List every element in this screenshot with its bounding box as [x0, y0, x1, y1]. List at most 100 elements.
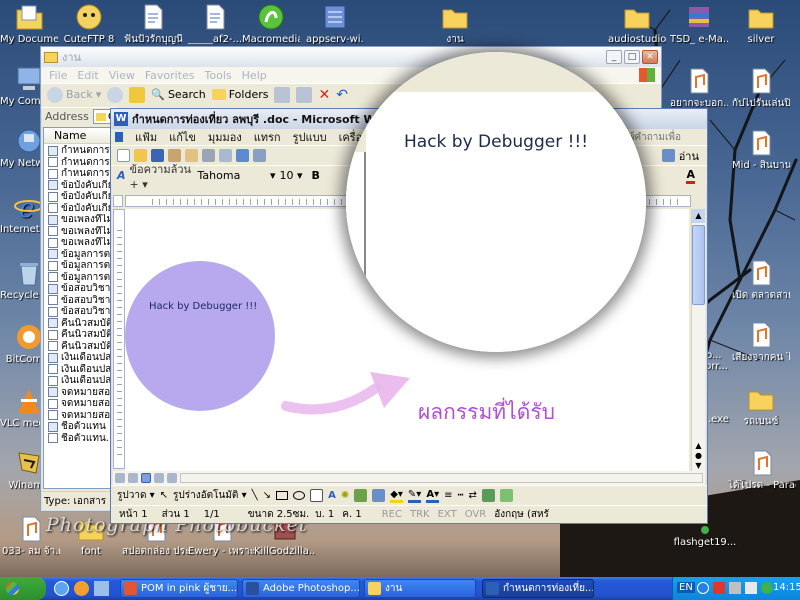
autoshapes-menu[interactable]: รูปร่างอัตโนมัติ ▾ [173, 488, 247, 503]
textbox-icon[interactable] [310, 489, 324, 502]
desktop-icon-mp3-5[interactable]: เสียงจากคน ไกลตัว Z... [732, 320, 790, 363]
search-button[interactable]: 🔍 Search [151, 88, 206, 101]
desktop-icon-af2[interactable]: _____af2-... [186, 2, 244, 45]
font-color-drawing-icon[interactable]: A▾ [426, 489, 440, 503]
menu-view[interactable]: มุมมอง [208, 128, 242, 146]
print-preview-icon[interactable] [219, 149, 232, 162]
menu-edit[interactable]: แก้ไข [169, 128, 196, 146]
status-ovr[interactable]: OVR [465, 509, 486, 520]
read-mode-icon[interactable] [661, 149, 675, 162]
reading-view-button[interactable] [167, 473, 177, 483]
desktop-icon-tsd[interactable]: TSD_ e-Ma... [670, 2, 728, 45]
clock[interactable]: 14:15 [773, 582, 800, 593]
style-select[interactable]: ข้อความล้วน + ▾ [130, 160, 194, 191]
file-list-item[interactable]: ชื่อตัวแทน . [48, 421, 112, 433]
quicklaunch-media-icon[interactable] [74, 581, 89, 596]
rectangle-icon[interactable] [276, 491, 289, 500]
fill-color-icon[interactable]: ◆▾ [390, 489, 403, 503]
picture-icon[interactable] [372, 489, 386, 502]
delete-icon[interactable]: ✕ [318, 87, 330, 103]
new-document-icon[interactable] [117, 149, 130, 162]
normal-view-button[interactable] [115, 473, 125, 483]
web-layout-button[interactable] [128, 473, 138, 483]
desktop-icon-silver[interactable]: silver [732, 2, 790, 45]
menu-format[interactable]: รูปแบบ [293, 128, 327, 146]
scroll-up-button[interactable]: ▲ [692, 209, 705, 223]
menu-edit[interactable]: Edit [77, 69, 98, 82]
taskbar-item-explorer[interactable]: งาน [364, 579, 476, 598]
vertical-ruler[interactable] [113, 209, 125, 469]
select-objects-icon[interactable]: ↖ [160, 490, 168, 501]
file-list-item[interactable]: จดหมายสอา [48, 410, 112, 422]
browse-buttons[interactable]: ▲ ● ▼ [692, 441, 705, 471]
file-list-item[interactable]: ข้อมูลการตล [48, 249, 112, 261]
scroll-thumb[interactable] [692, 225, 705, 305]
start-button[interactable] [0, 577, 46, 600]
3d-icon[interactable] [499, 489, 513, 502]
oval-icon[interactable] [293, 491, 306, 500]
taskbar-item-word[interactable]: กำหนดการท่องเที่ย... [482, 579, 594, 598]
desktop-icon-cuteftp[interactable]: CuteFTP 8 [60, 2, 118, 45]
shape-circle[interactable]: Hack by Debugger !!! [125, 261, 275, 411]
desktop-icon-folder-ngan[interactable]: งาน [426, 2, 484, 45]
arrow-icon[interactable]: ↘ [263, 490, 271, 501]
desktop-icon-flashget[interactable]: flashget19... [672, 525, 738, 548]
menu-insert[interactable]: แทรก [254, 128, 281, 146]
file-list-item[interactable]: ข้อบังคับเกี่ย [48, 191, 112, 203]
arrow-style-icon[interactable]: ⇄ [469, 490, 477, 501]
tab-selector[interactable] [113, 195, 123, 207]
desktop-icon-audiostudio9[interactable]: audiostudio9 [608, 2, 666, 45]
quicklaunch-ie-icon[interactable] [54, 581, 69, 596]
line-style-icon[interactable]: ≡ [444, 490, 452, 501]
diagram-icon[interactable]: ✺ [341, 490, 349, 501]
file-list-item[interactable]: คืนนิวสมบัติ [48, 318, 112, 330]
line-icon[interactable]: ╲ [252, 490, 258, 501]
line-color-icon[interactable]: ✎▾ [407, 489, 422, 503]
clipart-icon[interactable] [354, 489, 368, 502]
back-button[interactable]: Back ▾ [47, 86, 101, 103]
tray-volume-icon[interactable] [745, 582, 757, 594]
menu-tools[interactable]: Tools [205, 69, 232, 82]
taskbar-item-photoshop[interactable]: Adobe Photoshop... [242, 579, 360, 598]
file-list-item[interactable]: ข้อบังคับเกี่ย [48, 203, 112, 215]
tray-network-icon[interactable] [729, 582, 741, 594]
desktop-icon-appserv[interactable]: appserv-wi... [306, 2, 364, 45]
status-ext[interactable]: EXT [438, 509, 457, 520]
menu-view[interactable]: View [109, 69, 135, 82]
tray-messenger-icon[interactable] [761, 582, 773, 594]
folders-button[interactable]: Folders [211, 88, 268, 101]
file-list-item[interactable]: ข้อสอบวิชาไ [48, 283, 112, 295]
desktop-icon-mp3-2[interactable]: กัปไปรันเล่นปิด มีมาน - ธรร... [732, 66, 790, 109]
quicklaunch-desktop-icon[interactable] [94, 581, 109, 596]
styles-icon[interactable]: A [117, 169, 126, 182]
file-list-item[interactable]: กำหนดการทร [48, 168, 112, 180]
bold-button[interactable]: B [312, 169, 320, 182]
file-list-item[interactable]: ข้อบังคับเกี่ย [48, 180, 112, 192]
font-size-select[interactable]: 10 ▾ [280, 169, 308, 182]
desktop-icon-my-documents[interactable]: My Documents [0, 2, 58, 45]
desktop-icon-paradox[interactable]: ได้โปรด - Paradox.mp3 [728, 448, 796, 491]
file-list-item[interactable]: จดหมายสอา [48, 387, 112, 399]
forward-button[interactable] [107, 86, 124, 103]
menu-file[interactable]: แฟ้ม [135, 128, 157, 146]
menu-file[interactable]: File [49, 69, 67, 82]
up-folder-icon[interactable] [129, 86, 146, 103]
file-list-item[interactable]: คืนนิวสมบัติ [48, 341, 112, 353]
font-color-icon[interactable]: A [686, 168, 695, 184]
file-list-item[interactable]: ข้อสอบวิชาไ [48, 295, 112, 307]
copy-to-icon[interactable] [296, 86, 313, 103]
desktop-icon-mp3-4[interactable]: เปิด ตลาดสายพา... [732, 258, 790, 301]
tray-antivirus-icon[interactable] [713, 582, 725, 594]
file-list-item[interactable]: เงินเดือนปส. [48, 375, 112, 387]
desktop-icon-benz-folder[interactable]: รถเบนซ์ [732, 384, 790, 427]
vertical-scrollbar[interactable]: ▲ ▲ ● ▼ [691, 209, 705, 471]
file-list-item[interactable]: ขอเพลงที่ไม่ [48, 226, 112, 238]
print-layout-button[interactable] [141, 473, 151, 483]
file-list-item[interactable]: เงินเดือนปส. [48, 364, 112, 376]
menu-favorites[interactable]: Favorites [145, 69, 195, 82]
file-list-item[interactable]: คืนนิวสมบัติ [48, 329, 112, 341]
file-list-item[interactable]: กำหนดการทร [48, 157, 112, 169]
status-trk[interactable]: TRK [410, 509, 430, 520]
shadow-icon[interactable] [481, 489, 495, 502]
file-list-item[interactable]: ข้อมูลการตล [48, 272, 112, 284]
